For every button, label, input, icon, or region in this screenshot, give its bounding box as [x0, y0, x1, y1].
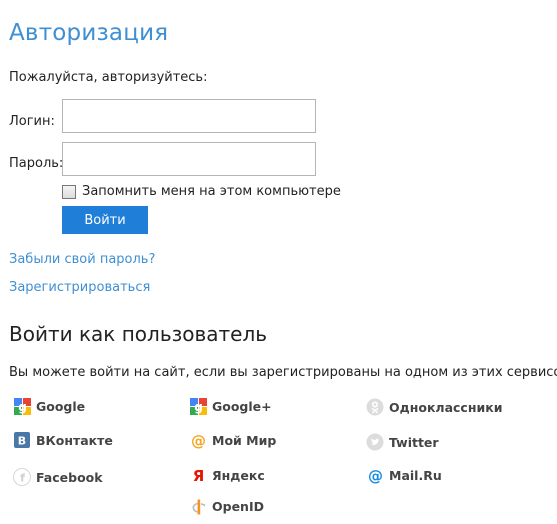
svg-text:@: @: [191, 432, 206, 449]
provider-google-plus[interactable]: g Google+: [189, 397, 272, 415]
provider-vkontakte[interactable]: B ВКонтакте: [13, 431, 113, 449]
page-title: Авторизация: [9, 20, 169, 46]
provider-yandex-label: Яндекс: [212, 467, 265, 483]
provider-twitter[interactable]: Twitter: [366, 433, 439, 451]
password-input[interactable]: [62, 142, 316, 176]
facebook-icon: f: [13, 468, 31, 486]
svg-text:g: g: [18, 400, 27, 414]
provider-mailru-label: Mail.Ru: [389, 467, 442, 483]
social-login-description: Вы можете войти на сайт, если вы зарегис…: [9, 365, 557, 380]
vk-icon: B: [13, 431, 31, 449]
odnoklassniki-icon: [366, 398, 384, 416]
yandex-icon: Я: [189, 466, 207, 484]
login-input[interactable]: [62, 99, 316, 133]
provider-yandex[interactable]: Я Яндекс: [189, 466, 265, 484]
remember-checkbox[interactable]: [62, 185, 76, 199]
login-button[interactable]: Войти: [62, 206, 148, 234]
svg-text:Я: Я: [192, 467, 204, 484]
twitter-icon: [366, 433, 384, 451]
remember-label[interactable]: Запомнить меня на этом компьютере: [82, 184, 341, 199]
provider-openid-label: OpenID: [212, 498, 264, 514]
svg-text:@: @: [368, 467, 383, 484]
provider-twitter-label: Twitter: [389, 434, 439, 450]
google-plus-icon: g: [189, 397, 207, 415]
svg-text:f: f: [20, 472, 25, 485]
provider-vkontakte-label: ВКонтакте: [36, 432, 113, 448]
provider-mailru[interactable]: @ Mail.Ru: [366, 466, 442, 484]
svg-text:B: B: [18, 435, 26, 448]
provider-moy-mir-label: Мой Мир: [212, 432, 277, 448]
login-label: Логин:: [9, 114, 55, 129]
forgot-password-link[interactable]: Забыли свой пароль?: [9, 252, 155, 267]
provider-odnoklassniki-label: Одноклассники: [389, 399, 503, 415]
register-link[interactable]: Зарегистрироваться: [9, 280, 150, 295]
intro-text: Пожалуйста, авторизуйтесь:: [9, 70, 208, 85]
provider-facebook[interactable]: f Facebook: [13, 468, 103, 486]
svg-text:g: g: [194, 400, 203, 414]
openid-icon: [189, 497, 207, 515]
provider-odnoklassniki[interactable]: Одноклассники: [366, 398, 502, 416]
social-login-title: Войти как пользователь: [9, 322, 268, 346]
provider-google-plus-label: Google+: [212, 398, 272, 414]
google-icon: g: [13, 397, 31, 415]
provider-openid[interactable]: OpenID: [189, 497, 264, 515]
provider-facebook-label: Facebook: [36, 469, 103, 485]
provider-google-label: Google: [36, 398, 86, 414]
password-label: Пароль:: [9, 156, 64, 171]
moy-mir-icon: @: [189, 431, 207, 449]
mailru-icon: @: [366, 466, 384, 484]
provider-moy-mir[interactable]: @ Мой Мир: [189, 431, 277, 449]
provider-google[interactable]: g Google: [13, 397, 85, 415]
